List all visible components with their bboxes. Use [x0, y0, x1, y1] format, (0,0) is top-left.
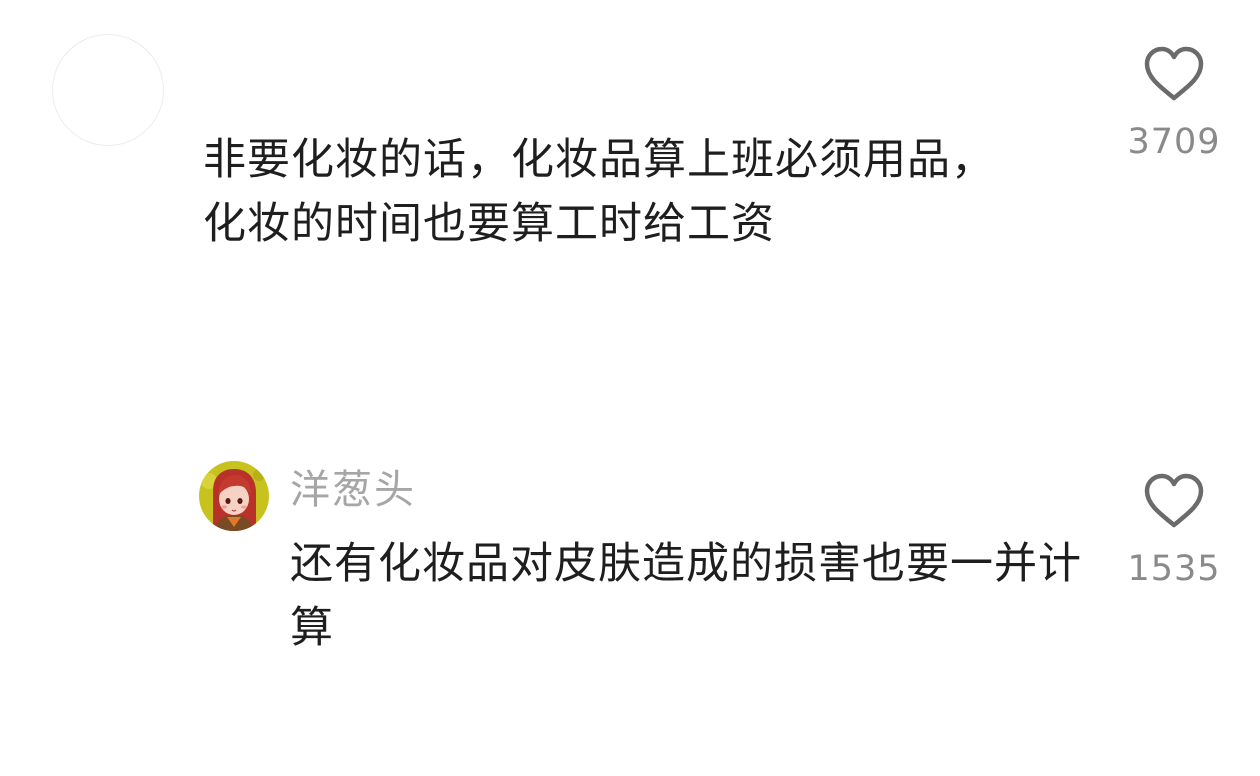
like-count: 3709 — [1127, 122, 1221, 162]
red-haired-girl-avatar-icon — [199, 461, 269, 531]
comment-text: 还有化妆品对皮肤造成的损害也要一并计算 — [290, 539, 1082, 653]
like-control[interactable]: 1535 — [1124, 471, 1224, 589]
avatar[interactable] — [199, 461, 269, 531]
avatar[interactable] — [52, 34, 164, 146]
heart-outline-icon[interactable] — [1142, 44, 1206, 104]
username[interactable]: 洋葱头 — [290, 462, 416, 518]
like-control[interactable]: 3709 — [1124, 44, 1224, 162]
comment-text: 非要化妆的话，化妆品算上班必须用品，化妆的时间也要算工时给工资 — [203, 135, 995, 249]
like-count: 1535 — [1127, 549, 1221, 589]
heart-outline-icon[interactable] — [1142, 471, 1206, 531]
